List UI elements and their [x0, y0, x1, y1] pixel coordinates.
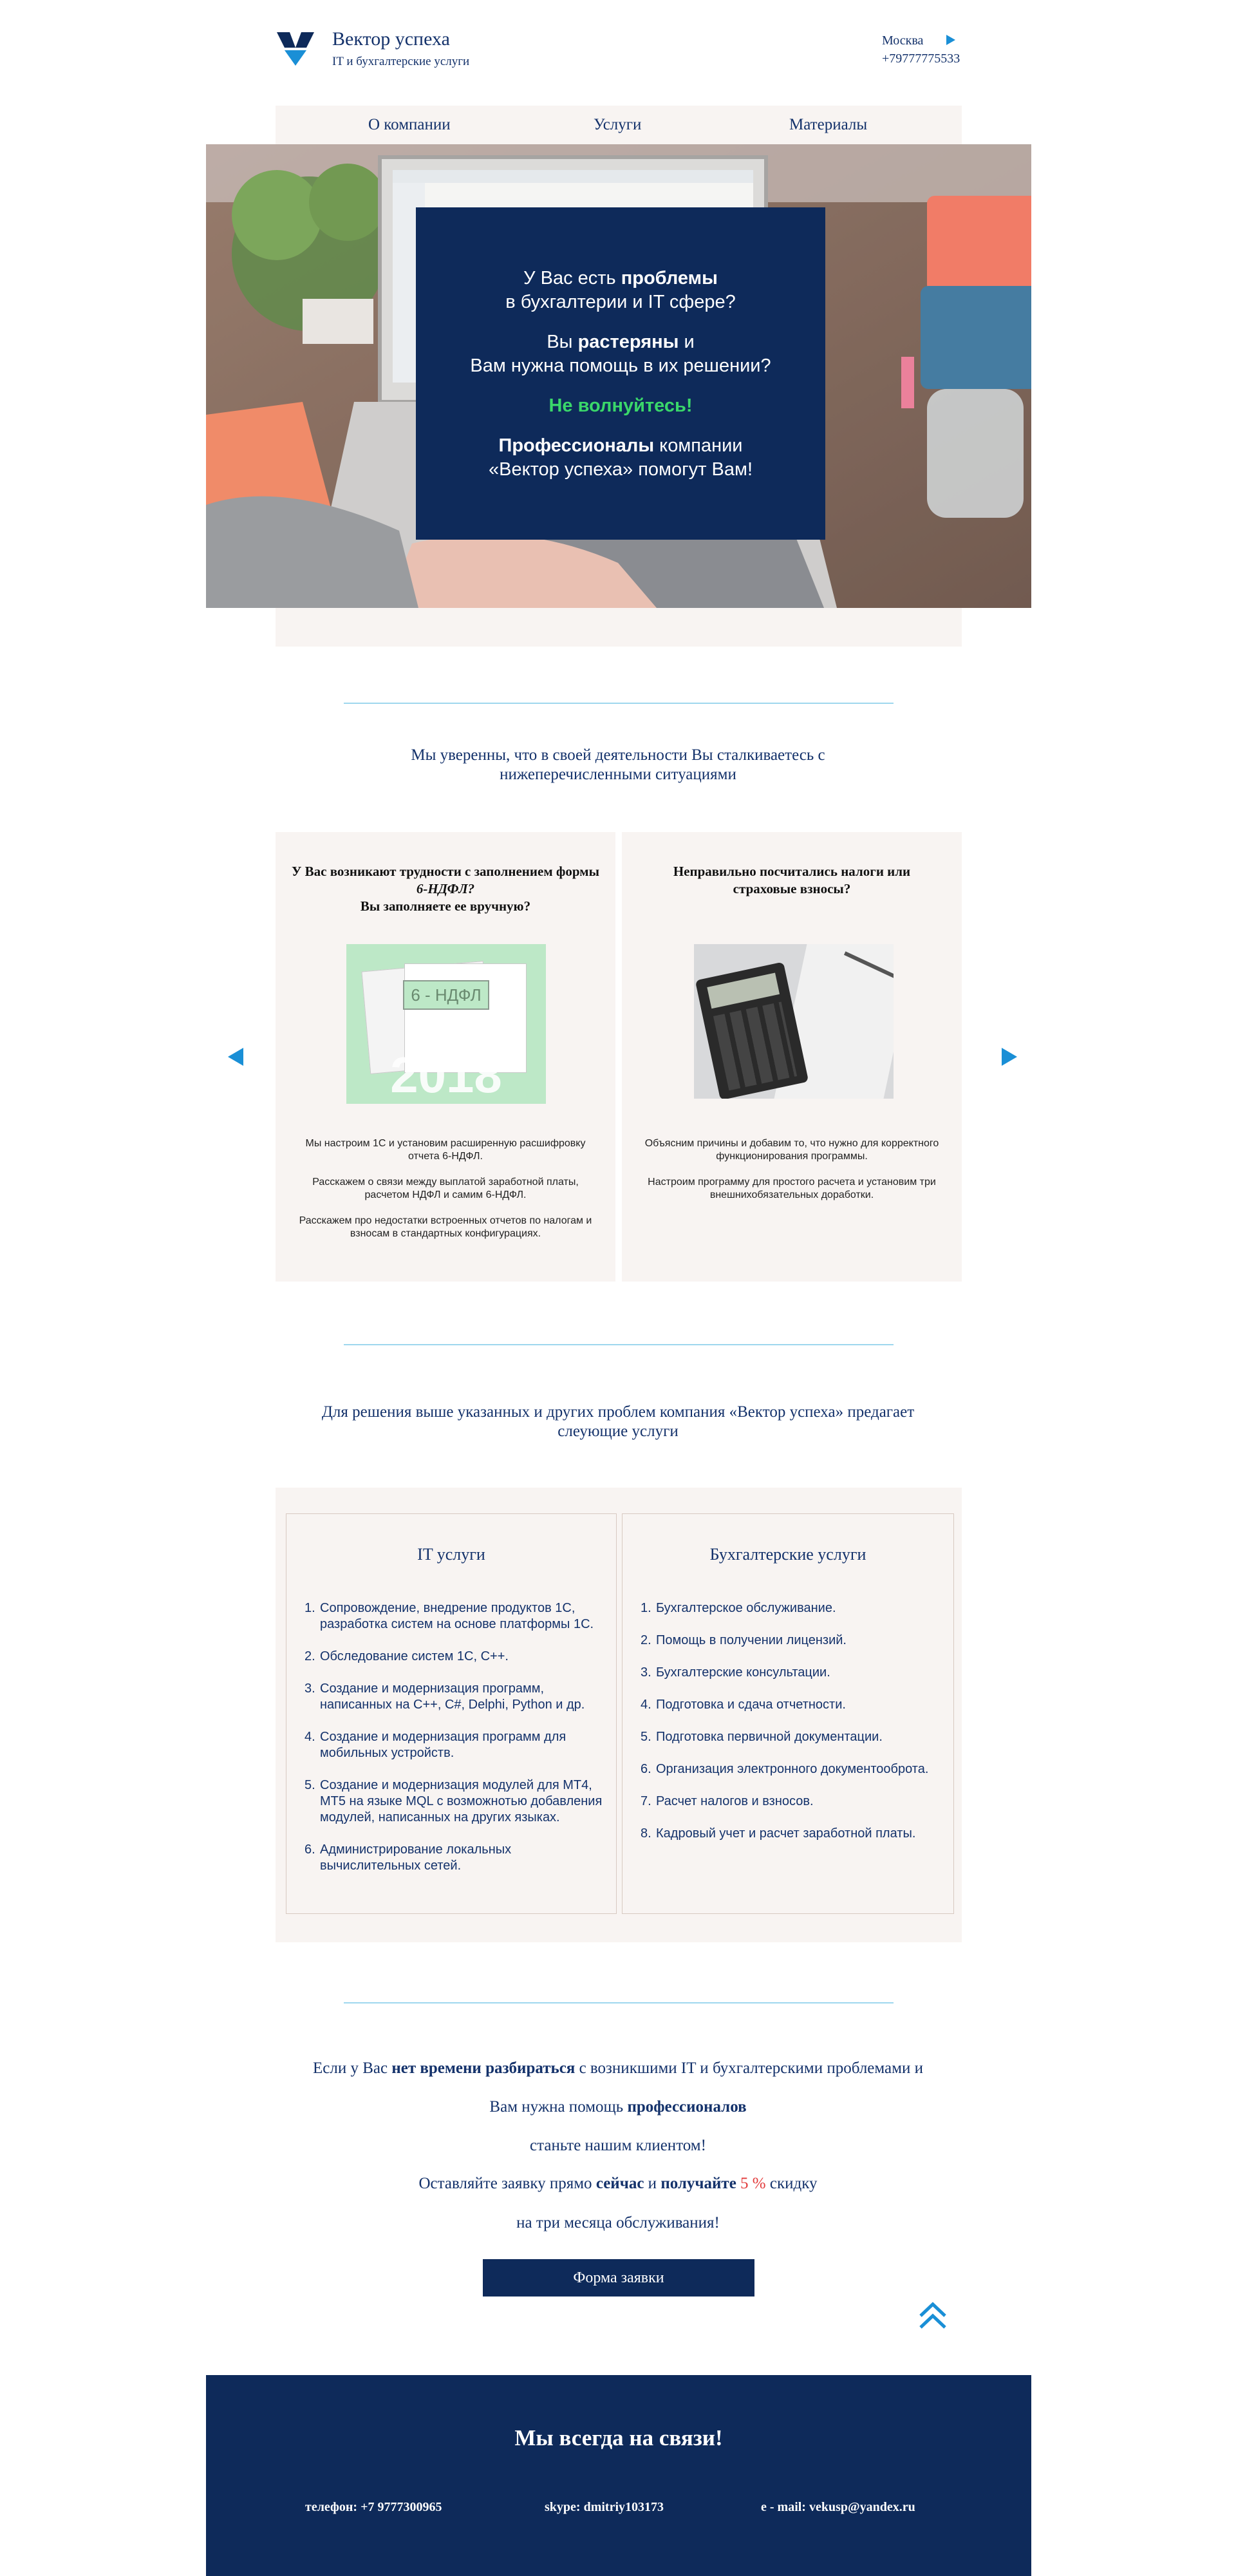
nav-item-about[interactable]: О компании [368, 116, 451, 134]
hero-line: Вам нужна помощь в их решении? [470, 355, 771, 376]
divider [344, 2002, 894, 2003]
footer: Мы всегда на связи! телефон: +7 97773009… [206, 2375, 1031, 2576]
list-item: 1. Бухгалтерское обслуживание. [641, 1601, 836, 1615]
scroll-to-top-icon[interactable] [917, 2300, 949, 2333]
cta-line: станьте нашим клиентом! [530, 2137, 706, 2154]
card-heading: Неправильно посчитались налоги или страх… [673, 864, 911, 896]
list-item: 4. Подготовка и сдача отчетности. [641, 1698, 846, 1712]
hero-line: Профессионалы компании [498, 435, 743, 456]
it-services-title: IT услуги [417, 1545, 485, 1564]
hero-message: У Вас есть проблемы в бухгалтерии и IT с… [416, 207, 825, 540]
cta-line: Если у Вас нет времени разбираться с воз… [313, 2060, 923, 2077]
it-services-column: IT услуги 1. Сопровождение, внедрение про… [286, 1513, 617, 1914]
list-item: 6. Администрирование локальных вычислител… [304, 1842, 512, 1873]
accounting-services-title: Бухгалтерские услуги [709, 1545, 866, 1564]
city-selector[interactable]: Москва [882, 33, 923, 48]
situation-card: Неправильно посчитались налоги или страх… [622, 832, 962, 1282]
accounting-services-column: Бухгалтерские услуги 1. Бухгалтерское обс… [622, 1513, 954, 1914]
services-title: Для решения выше указанных и других проб… [321, 1403, 915, 1440]
list-item: 4. Создание и модернизация программ для м… [304, 1730, 566, 1760]
cta-discount-line: Оставляйте заявку прямо сейчас и получай… [418, 2175, 818, 2192]
situations-title: Мы уверенны, что в своей деятельности Вы… [411, 746, 825, 783]
it-services-list: 1. Сопровождение, внедрение продуктов 1С,… [304, 1600, 603, 1890]
list-item: 3. Создание и модернизация программ, напи… [304, 1681, 585, 1712]
carousel-next-icon[interactable] [1002, 1048, 1017, 1066]
card-text: Мы настроим 1С и установим расширенную р… [299, 1138, 592, 1239]
nav-item-materials[interactable]: Материалы [789, 116, 867, 134]
divider [344, 1344, 894, 1345]
hero-line: У Вас есть проблемы [523, 268, 718, 289]
card-heading: У Вас возникают трудности с заполнением … [292, 864, 599, 914]
list-item: 2. Помощь в получении лицензий. [641, 1633, 847, 1647]
header-phone[interactable]: +79777775533 [882, 52, 960, 66]
cta-line: Вам нужна помощь профессионалов [489, 2098, 747, 2116]
accounting-services-list: 1. Бухгалтерское обслуживание. 2. Помощь в… [641, 1600, 941, 1858]
hero-line: в бухгалтерии и IT сфере? [505, 292, 736, 312]
company-tagline: IT и бухгалтерские услуги [332, 55, 470, 68]
divider [344, 703, 894, 704]
list-item: 5. Подготовка первичной документации. [641, 1730, 883, 1744]
footer-phone[interactable]: телефон: +7 9777300965 [305, 2500, 442, 2515]
list-item: 6. Организация электронного документообро… [641, 1762, 929, 1776]
company-logo[interactable] [276, 28, 315, 68]
footer-title: Мы всегда на связи! [514, 2425, 723, 2450]
hero-line: «Вектор успеха» помогут Вам! [488, 459, 753, 480]
list-item: 2. Обследование систем 1С, С++. [304, 1649, 509, 1663]
hero-line: Вы растеряны и [547, 332, 695, 352]
situation-card: У Вас возникают трудности с заполнением … [276, 832, 615, 1282]
city-dropdown-arrow-icon[interactable] [946, 35, 955, 45]
footer-email[interactable]: e - mail: vekusp@yandex.ru [761, 2500, 915, 2515]
list-item: 7. Расчет налогов и взносов. [641, 1794, 814, 1808]
footer-skype[interactable]: skype: dmitriy103173 [545, 2500, 664, 2515]
nav-item-services[interactable]: Услуги [594, 116, 641, 134]
request-form-button[interactable]: Форма заявки [483, 2259, 754, 2297]
carousel-prev-icon[interactable] [228, 1048, 243, 1066]
company-name: Вектор успеха [332, 28, 450, 50]
calculator-image [694, 944, 894, 1099]
ndfl-badge: 6 - НДФЛ [403, 980, 489, 1010]
ndfl-year: 2018 [390, 1046, 502, 1103]
main-nav: О компании Услуги Материалы [276, 106, 962, 144]
cta-line: на три месяца обслуживания! [516, 2214, 720, 2231]
hero-reassurance: Не волнуйтесь! [548, 395, 693, 416]
ndfl-form-image: 6 - НДФЛ 2018 [346, 944, 546, 1104]
list-item: 5. Создание и модернизация модулей для МТ… [304, 1778, 603, 1824]
list-item: 8. Кадровый учет и расчет заработной плат… [641, 1826, 916, 1841]
list-item: 1. Сопровождение, внедрение продуктов 1С,… [304, 1601, 594, 1631]
list-item: 3. Бухгалтерские консультации. [641, 1665, 830, 1680]
card-text: Объясним причины и добавим то, что нужно… [644, 1138, 939, 1200]
